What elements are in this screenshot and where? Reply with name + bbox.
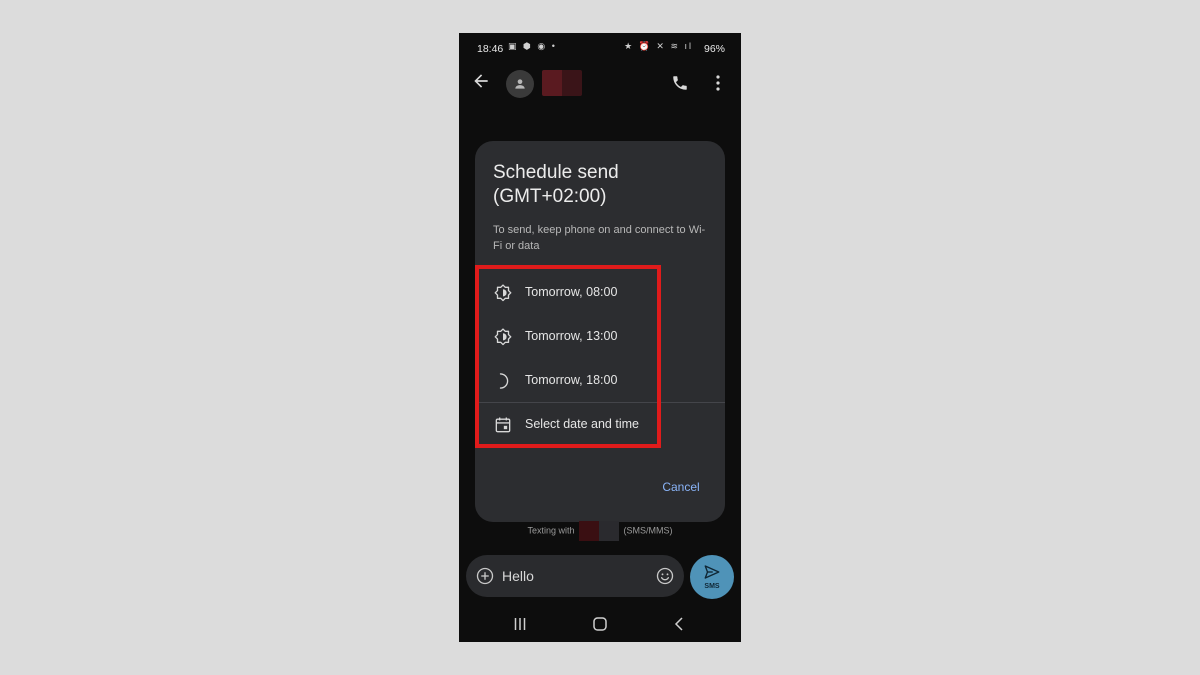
dialog-subtitle: To send, keep phone on and connect to Wi…	[493, 224, 706, 252]
nav-back-icon[interactable]	[672, 616, 686, 632]
message-input[interactable]	[502, 566, 652, 586]
add-attachment-icon[interactable]	[475, 566, 495, 586]
more-vertical-icon[interactable]	[711, 74, 725, 92]
contact-name-redacted	[579, 521, 620, 541]
status-bar: 18:46 ▣ ⬢ ◉ • ★ ⏰ ✕ ≋ ıl 96%	[459, 33, 741, 65]
battery-level: 96%	[703, 43, 725, 55]
contact-name-redacted[interactable]	[542, 70, 582, 96]
texting-with-label: Texting with (SMS/MMS)	[459, 521, 741, 541]
send-icon	[704, 565, 720, 579]
phone-call-icon[interactable]	[671, 74, 689, 92]
send-sms-button[interactable]: SMS	[690, 555, 734, 599]
emoji-icon[interactable]	[655, 566, 675, 586]
home-icon[interactable]	[592, 616, 608, 632]
system-status-icons: ★ ⏰ ✕ ≋ ıl	[624, 41, 693, 51]
cancel-button[interactable]: Cancel	[653, 476, 709, 498]
avatar[interactable]	[506, 70, 534, 98]
notification-icons: ▣ ⬢ ◉ •	[508, 41, 557, 51]
person-icon	[515, 79, 525, 89]
status-time: 18:46	[477, 43, 504, 55]
dialog-title: Schedule send (GMT+02:00)	[493, 162, 619, 207]
texting-with-suffix: (SMS/MMS)	[623, 525, 673, 536]
texting-with-prefix: Texting with	[527, 525, 575, 536]
recent-apps-icon[interactable]	[513, 617, 527, 631]
highlight-box	[475, 265, 661, 448]
system-nav-bar	[459, 605, 741, 642]
compose-bar	[466, 555, 684, 597]
back-arrow-icon[interactable]	[471, 71, 491, 91]
send-label: SMS	[704, 583, 720, 590]
app-bar	[459, 65, 741, 111]
